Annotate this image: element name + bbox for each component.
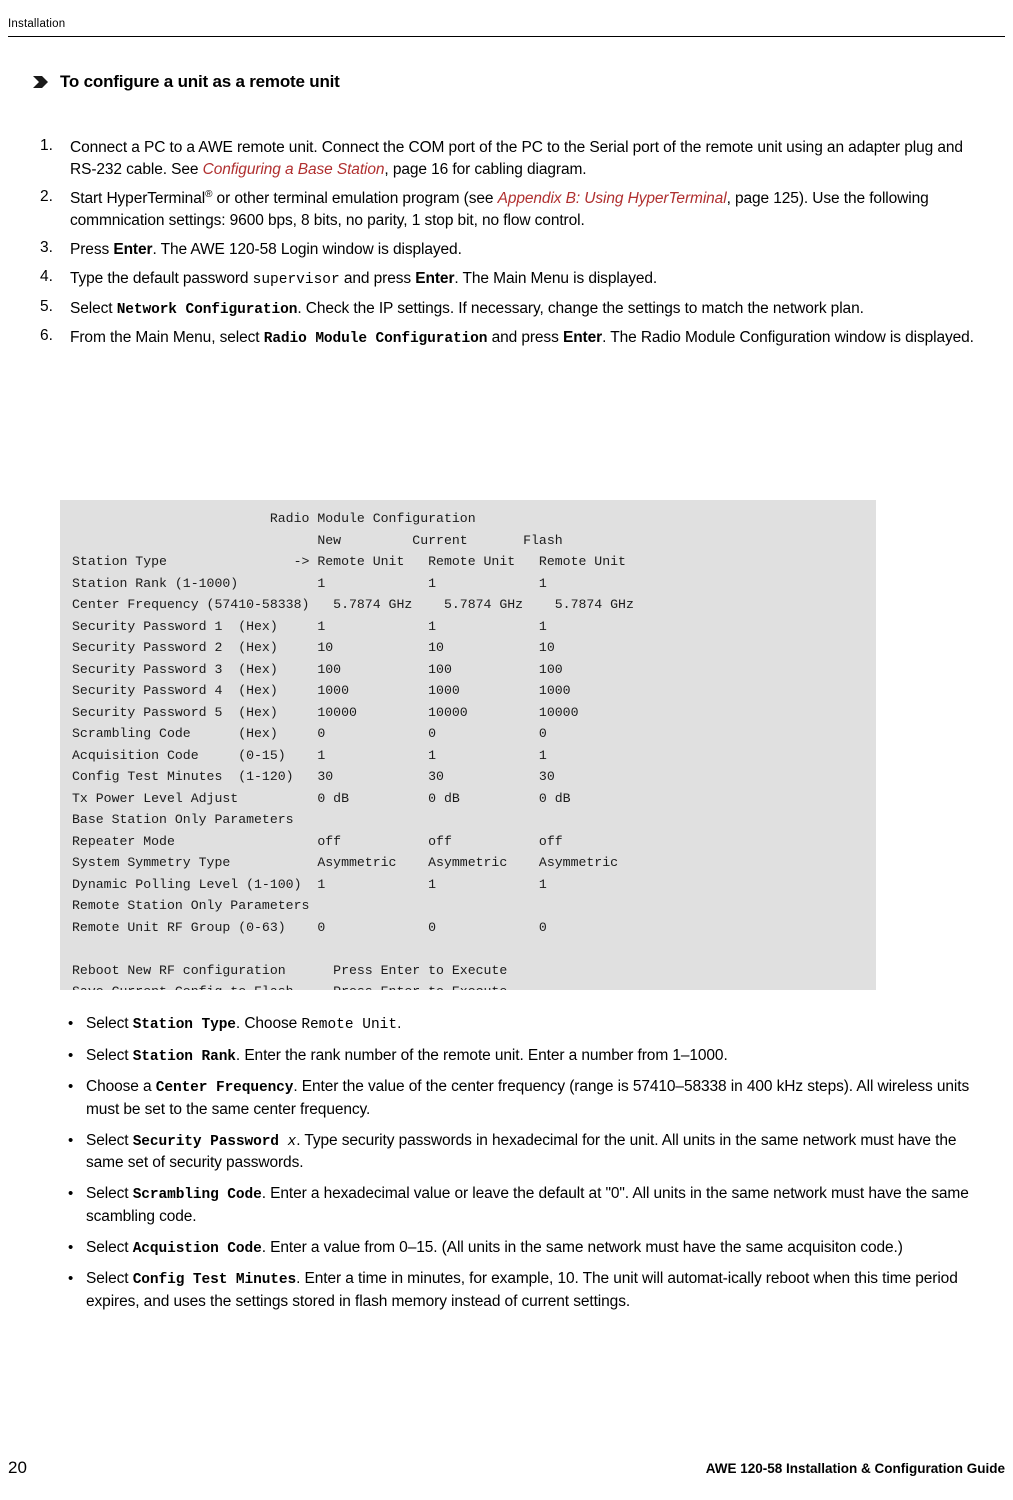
header-title: Installation [8, 18, 66, 30]
step-text: Select Network Configuration. Check the … [70, 298, 990, 321]
body-text: Start HyperTerminal [70, 190, 206, 208]
body-text: and press [339, 270, 416, 288]
footer-guide-title: AWE 120-58 Installation & Configuration … [705, 1461, 1005, 1476]
step-text: Start HyperTerminal® or other terminal e… [70, 188, 990, 232]
body-text: . [397, 1015, 402, 1032]
body-text: or other terminal emulation program (see [212, 190, 498, 208]
footer-page-number: 20 [8, 1458, 27, 1477]
code-text-italic: x [287, 1133, 297, 1150]
body-text: . Check the IP settings. If necessary, c… [297, 299, 864, 317]
bullet-text: Select Scrambling Code. Enter a hexadeci… [86, 1183, 988, 1228]
body-text: Choose a [86, 1078, 156, 1096]
step-number: 1. [40, 137, 53, 154]
step-number: 2. [40, 188, 53, 205]
code-text-bold: Security Password [132, 1133, 288, 1150]
bullet-item: • Select Station Rank. Enter the rank num… [68, 1045, 988, 1068]
body-text: Press [70, 241, 114, 259]
bullet-list: • Select Station Type. Choose Remote Unit… [68, 1013, 988, 1322]
numbered-step: 6. From the Main Menu, select Radio Modul… [40, 327, 990, 350]
code-text-bold: Scrambling Code [132, 1187, 262, 1204]
emphasis-text: Enter [562, 329, 603, 347]
bullet-text: Select Station Type. Choose Remote Unit. [86, 1013, 988, 1036]
bullet-marker-icon: • [68, 1015, 74, 1032]
bullet-text: Choose a Center Frequency. Enter the val… [86, 1076, 988, 1121]
step-text: From the Main Menu, select Radio Module … [70, 327, 990, 350]
body-text: Select [86, 1270, 133, 1288]
emphasis-text: Enter [415, 270, 455, 288]
header-divider [8, 36, 1005, 37]
emphasis-text: Enter [113, 241, 153, 259]
step-number: 6. [40, 327, 53, 345]
bullet-marker-icon: • [68, 1078, 74, 1096]
body-text: . The AWE 120-58 Login window is display… [152, 241, 462, 259]
section-title: To configure a unit as a remote unit [60, 72, 340, 91]
body-text: Select [86, 1015, 133, 1032]
body-text: Select [86, 1131, 133, 1149]
body-text: Select [86, 1185, 133, 1203]
code-text-bold: Station Rank [132, 1048, 236, 1065]
step-text: Press Enter. The AWE 120-58 Login window… [70, 239, 990, 261]
numbered-step: 1. Connect a PC to a AWE remote unit. Con… [40, 137, 990, 181]
bullet-marker-icon: • [68, 1238, 74, 1256]
code-text-bold: Network Configuration [116, 301, 298, 318]
body-text: Select [86, 1046, 133, 1064]
numbered-step: 2. Start HyperTerminal® or other terminal… [40, 188, 990, 232]
bullet-marker-icon: • [68, 1185, 74, 1203]
body-text: , page 16 for cabling diagram. [384, 161, 587, 178]
body-text: From the Main Menu, select [70, 329, 264, 347]
document-page: Installation To configure a unit as a re… [0, 0, 1013, 1500]
code-text-bold: Acquistion Code [132, 1240, 262, 1257]
code-text-bold: Center Frequency [155, 1080, 294, 1097]
right-arrow-bullet-icon [32, 73, 50, 91]
cross-reference-link[interactable]: Appendix B: Using HyperTerminal [498, 190, 727, 207]
body-text: . Enter a value from 0–15. (All units in… [261, 1238, 903, 1256]
bullet-text: Select Security Password x. Type securit… [86, 1130, 988, 1175]
bullet-item: • Select Scrambling Code. Enter a hexadec… [68, 1183, 988, 1228]
bullet-marker-icon: • [68, 1270, 74, 1288]
bullet-text: Select Acquistion Code. Enter a value fr… [86, 1237, 988, 1260]
body-text: . Choose [235, 1015, 302, 1032]
bullet-text: Select Station Rank. Enter the rank numb… [86, 1045, 988, 1068]
body-text: Select [86, 1238, 133, 1256]
body-text: Type the default password [70, 270, 253, 288]
bullet-item: • Select Acquistion Code. Enter a value f… [68, 1237, 988, 1260]
body-text: Select [70, 299, 117, 317]
step-number: 3. [40, 239, 53, 257]
code-text-bold: Config Test Minutes [132, 1272, 297, 1289]
body-text: . The Main Menu is displayed. [454, 270, 658, 288]
bullet-item: • Select Station Type. Choose Remote Unit… [68, 1013, 988, 1036]
bullet-marker-icon: • [68, 1131, 74, 1149]
step-text: Type the default password supervisor and… [70, 268, 990, 291]
numbered-step: 5. Select Network Configuration. Check th… [40, 298, 990, 321]
code-text-bold: Station Type [132, 1017, 236, 1033]
bullet-item: • Select Security Password x. Type securi… [68, 1130, 988, 1175]
bullet-text: Select Config Test Minutes. Enter a time… [86, 1268, 988, 1313]
numbered-steps: 1. Connect a PC to a AWE remote unit. Con… [40, 137, 990, 357]
numbered-step: 4. Type the default password supervisor a… [40, 268, 990, 291]
body-text: and press [487, 329, 563, 347]
section-heading: To configure a unit as a remote unit [32, 72, 340, 92]
code-text: Remote Unit [301, 1017, 398, 1033]
body-text: . The Radio Module Configuration window … [602, 329, 974, 347]
bullet-item: • Select Config Test Minutes. Enter a tim… [68, 1268, 988, 1313]
terminal-screen: Radio Module Configuration New Current F… [60, 500, 876, 990]
step-number: 5. [40, 297, 53, 315]
code-text-bold: Radio Module Configuration [263, 331, 488, 348]
step-text: Connect a PC to a AWE remote unit. Conne… [70, 137, 990, 181]
body-text: . Enter the rank number of the remote un… [235, 1046, 728, 1064]
bullet-item: • Choose a Center Frequency. Enter the va… [68, 1076, 988, 1121]
bullet-marker-icon: • [68, 1046, 74, 1064]
step-number: 4. [40, 268, 53, 286]
code-text: supervisor [252, 272, 340, 289]
cross-reference-link[interactable]: Configuring a Base Station [203, 161, 385, 178]
numbered-step: 3. Press Enter. The AWE 120-58 Login wind… [40, 239, 990, 261]
